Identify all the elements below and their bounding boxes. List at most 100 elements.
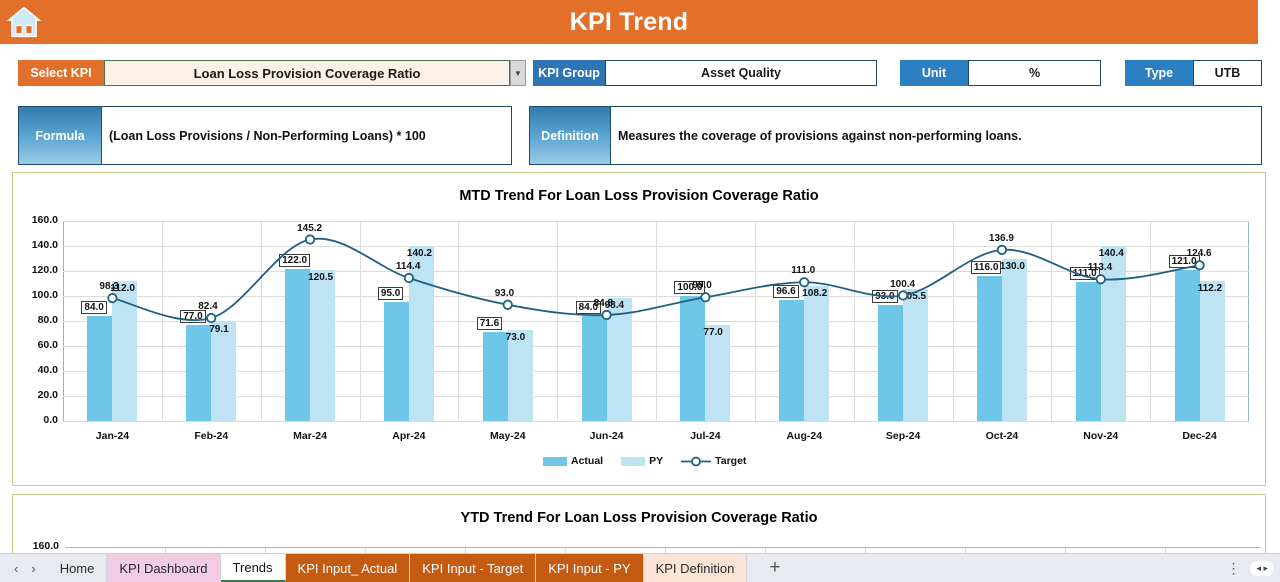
y-axis-tick-label: 60.0 [37, 339, 58, 351]
sheet-tab-kpi-definition[interactable]: KPI Definition [643, 554, 748, 582]
bar-py [507, 329, 533, 421]
kebab-menu-icon[interactable]: ⋮ [1226, 560, 1240, 577]
data-label-actual: 116.0 [970, 261, 1002, 274]
chevron-left-icon[interactable]: ‹ [14, 561, 18, 576]
formula-value: (Loan Loss Provisions / Non-Performing L… [102, 106, 512, 165]
gridline-vertical [260, 221, 262, 421]
sheet-tab-kpi-dashboard[interactable]: KPI Dashboard [107, 554, 221, 582]
data-label-py: 108.2 [802, 287, 828, 299]
sheet-tab-trends[interactable]: Trends [220, 554, 286, 582]
bar-py [1001, 258, 1027, 421]
gridline-horizontal [63, 421, 1249, 422]
legend-item-py[interactable]: PY [621, 455, 663, 467]
bar-actual [878, 304, 904, 421]
data-label-py: 140.4 [1098, 247, 1124, 259]
kpi-group-label: KPI Group [533, 60, 605, 86]
sheet-tab-label: KPI Input - Target [422, 560, 524, 576]
legend-item-target[interactable]: Target [681, 455, 746, 467]
x-axis-tick-label: Jun-24 [589, 430, 624, 442]
bar-actual [976, 276, 1002, 421]
data-label-py: 105.5 [901, 291, 927, 303]
x-axis-tick-label: Dec-24 [1182, 430, 1217, 442]
legend-swatch-target [681, 456, 712, 466]
unit-label: Unit [900, 60, 968, 86]
data-label-py: 112.2 [1197, 282, 1223, 294]
y-axis-tick-label: 20.0 [37, 389, 58, 401]
x-axis-tick-label: Aug-24 [786, 430, 823, 442]
y-axis-tick-label: 40.0 [37, 364, 58, 376]
x-axis-tick-label: Oct-24 [985, 430, 1019, 442]
data-label-target: 114.4 [395, 261, 421, 272]
formula-label: Formula [18, 106, 102, 165]
home-icon[interactable] [6, 3, 42, 41]
ytd-chart-title: YTD Trend For Loan Loss Provision Covera… [460, 510, 818, 526]
data-label-actual: 96.6 [773, 285, 799, 299]
data-label-target: 111.0 [791, 265, 816, 277]
sheet-nav-arrows: ‹ › [0, 554, 48, 582]
horizontal-scroll-control[interactable]: ◂ ▸ [1250, 560, 1274, 576]
gridline-vertical [1051, 221, 1053, 421]
legend-swatch-py [621, 456, 646, 466]
data-label-actual: 84.0 [81, 301, 107, 314]
gridline-vertical [161, 221, 163, 421]
bar-py [804, 285, 830, 421]
data-label-py: 130.0 [999, 260, 1025, 272]
sheet-tab-kpi-input-actual[interactable]: KPI Input_ Actual [285, 554, 411, 582]
x-axis-tick-label: Jan-24 [95, 430, 130, 442]
sheet-tab-label: Home [59, 560, 95, 576]
sheet-tab-kpi-input-py[interactable]: KPI Input - PY [536, 554, 644, 582]
unit-value: % [968, 60, 1101, 86]
select-kpi-label: Select KPI [18, 60, 104, 86]
chevron-down-icon[interactable]: ▼ [510, 60, 526, 86]
gridline-vertical [754, 221, 756, 421]
data-label-target: 145.2 [297, 222, 323, 234]
bar-actual [285, 268, 311, 421]
bar-actual [186, 324, 212, 421]
y-axis-tick-label: 100.0 [31, 289, 58, 301]
sheet-tab-kpi-input-target[interactable]: KPI Input - Target [410, 554, 537, 582]
data-label-actual: 93.0 [872, 289, 898, 303]
x-axis-tick-label: Sep-24 [885, 430, 921, 442]
bar-actual [779, 300, 805, 421]
bar-actual [1174, 269, 1200, 421]
bar-actual [87, 316, 113, 421]
definition-value: Measures the coverage of provisions agai… [611, 106, 1262, 165]
gridline-vertical [557, 221, 559, 421]
y-axis-tick-label: 0.0 [43, 414, 58, 426]
add-sheet-button[interactable]: + [747, 554, 802, 582]
bar-actual [1075, 282, 1101, 421]
legend-label-actual: Actual [571, 455, 604, 467]
y-axis-tick-label: 120.0 [31, 264, 58, 276]
sheet-tab-home[interactable]: Home [48, 554, 108, 582]
mtd-chart-plot: 0.0 20.0 40.0 60.0 80.0 100.0 120.0 140.0 160.0 1… [13, 173, 1265, 485]
bar-py [705, 324, 731, 421]
data-label-target: 98.3 [99, 281, 119, 293]
kpi-group-value: Asset Quality [605, 60, 877, 86]
gridline-vertical [952, 221, 954, 421]
type-value: UTB [1193, 60, 1262, 86]
data-label-target: 93.0 [494, 287, 515, 299]
y-axis-tick-label: 160.0 [31, 214, 58, 226]
kpi-info-row: Formula (Loan Loss Provisions / Non-Perf… [0, 106, 1280, 166]
type-label: Type [1125, 60, 1193, 86]
data-label-target: 82.4 [198, 301, 218, 312]
select-kpi-input[interactable]: Loan Loss Provision Coverage Ratio [104, 60, 510, 86]
gridline-vertical [853, 221, 855, 421]
bar-py [112, 281, 138, 421]
data-label-py: 79.1 [209, 324, 229, 336]
sheet-tab-bar: ‹ › Home KPI Dashboard Trends KPI Input_ Ac… [0, 553, 1280, 582]
bar-py [408, 245, 434, 421]
sheet-tab-label: KPI Input - PY [548, 560, 631, 576]
y-axis-tick-label: 140.0 [31, 239, 58, 251]
x-axis-tick-label: Mar-24 [293, 430, 327, 442]
data-label-target: 136.9 [988, 232, 1014, 244]
bar-actual [581, 316, 607, 421]
data-label-py: 73.0 [505, 331, 526, 343]
gridline-vertical [1150, 221, 1152, 421]
chevron-right-icon[interactable]: › [31, 561, 35, 576]
legend-label-py: PY [649, 455, 664, 467]
page-title: KPI Trend [569, 7, 689, 36]
legend-swatch-actual [543, 456, 567, 466]
legend-item-actual[interactable]: Actual [543, 455, 603, 467]
definition-label: Definition [529, 106, 611, 165]
